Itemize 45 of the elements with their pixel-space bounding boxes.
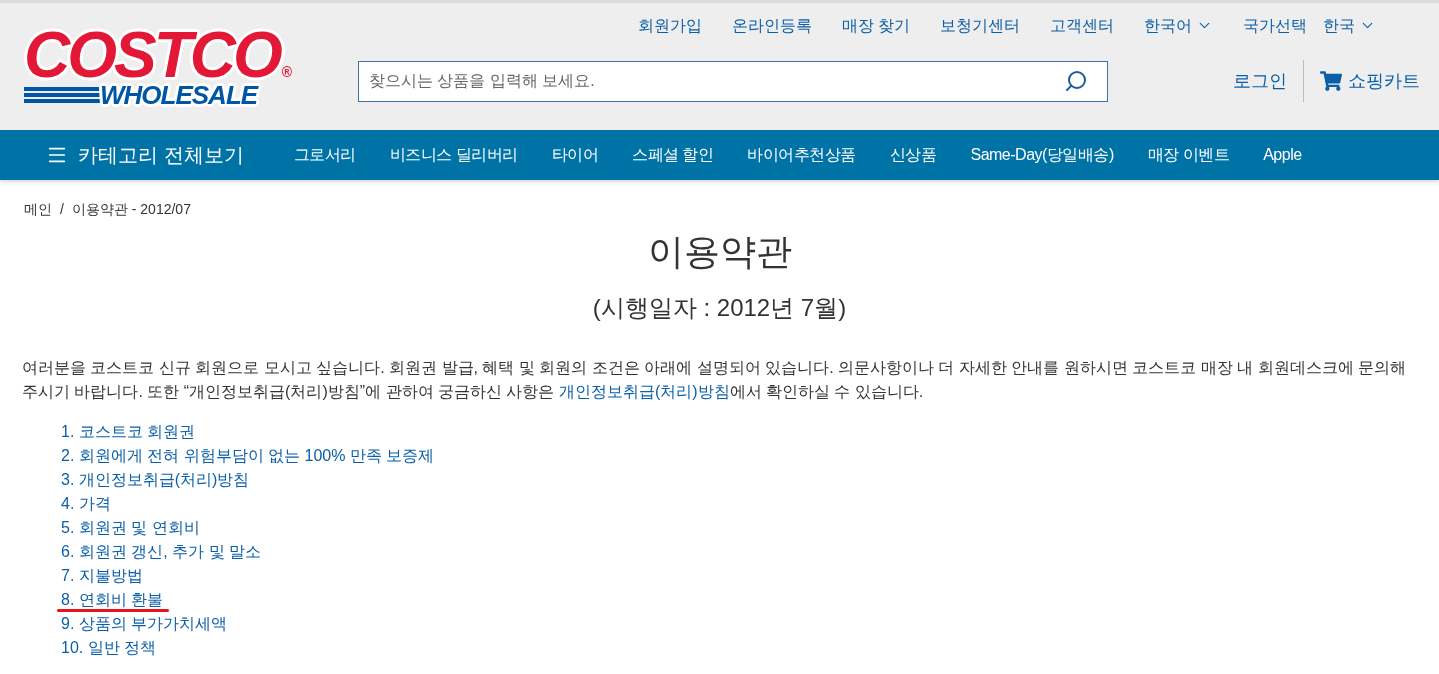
country-label: 국가선택 — [1243, 15, 1307, 36]
nav-link[interactable]: 그로서리 — [293, 143, 356, 167]
header-link[interactable]: 회원가입 — [637, 13, 702, 38]
logo-tagline: WHOLESALE — [100, 83, 258, 107]
breadcrumb-link[interactable]: 메인 — [24, 199, 52, 219]
contents-link[interactable]: 4. 가격 — [61, 494, 111, 512]
stripes-icon — [24, 86, 100, 104]
header-link[interactable]: 고객센터 — [1050, 13, 1114, 38]
logo-wordmark: COSTCO — [24, 29, 280, 81]
registered-mark: ® — [281, 65, 293, 79]
cart-link[interactable]: 쇼핑카트 — [1320, 67, 1420, 95]
contents-link[interactable]: 7. 지불방법 — [61, 566, 143, 584]
page-title: 이용약관 — [646, 230, 793, 274]
contents-link[interactable]: 6. 회원권 갱신, 추가 및 말소 — [61, 542, 261, 560]
contents-link[interactable]: 3. 개인정보취급(처리)방침 — [61, 470, 250, 488]
nav-link[interactable]: Same-Day(당일배송) — [970, 143, 1114, 167]
contents-link[interactable]: 10. 일반 정책 — [61, 638, 157, 656]
dropdown-button[interactable]: 한국 — [1323, 13, 1376, 38]
privacy-policy-link[interactable]: 개인정보취급(처리)방침 — [558, 383, 730, 400]
dropdown-button[interactable]: 한국어 — [1144, 13, 1213, 38]
search-button[interactable] — [1064, 68, 1088, 93]
header-link[interactable]: 매장 찾기 — [841, 13, 910, 38]
search-icon — [1064, 68, 1088, 93]
cart-icon — [1320, 71, 1342, 91]
page-subtitle: (시행일자 : 2012년 7월) — [591, 293, 848, 323]
category-menu-button[interactable]: 카테고리 전체보기 — [46, 140, 244, 170]
breadcrumb-current: 이용약관 - 2012/07 — [71, 200, 191, 219]
breadcrumb-separator: / — [60, 200, 64, 219]
contents-link[interactable]: 2. 회원에게 전혀 위험부담이 없는 100% 만족 보증제 — [61, 446, 435, 464]
nav-link[interactable]: 타이어 — [551, 143, 598, 167]
nav-link[interactable]: 비즈니스 딜리버리 — [389, 143, 518, 167]
login-link[interactable]: 로그인 — [1233, 67, 1287, 95]
nav-link[interactable]: 매장 이벤트 — [1147, 143, 1230, 167]
contents-link[interactable]: 9. 상품의 부가가치세액 — [61, 614, 228, 632]
header-link[interactable]: 보청기센터 — [940, 13, 1020, 38]
nav-link[interactable]: Apple — [1263, 143, 1302, 167]
contents-link[interactable]: 8. 연회비 환불 — [61, 590, 164, 608]
nav-link[interactable]: 바이어추천상품 — [747, 143, 856, 167]
header-link[interactable]: 온라인등록 — [731, 13, 812, 38]
contents-link[interactable]: 1. 코스트코 회원권 — [61, 422, 196, 440]
intro-paragraph: 여러분을 코스트코 신규 회원으로 모시고 싶습니다. 회원권 발급, 혜택 및 회원의 조건은 아래에 설명되어 있습니다. 의문사항이나 더 자세한 안내를 원하시면 코스트코 매장 내 회원데스크에 문의해 주시기 바랍니다. 또한 “개인정보취급(처리)방침”에 관하여 궁금하신 사항은 개인정보취급(처리)방침에서 확인하실 수 있습니다. — [22, 358, 1408, 402]
search-field[interactable]: 찾으시는 상품을 입력해 보세요. — [358, 60, 1108, 102]
nav-link[interactable]: 신상품 — [889, 143, 937, 167]
nav-link[interactable]: 스페셜 할인 — [632, 143, 714, 167]
contents-link[interactable]: 5. 회원권 및 연회비 — [61, 518, 200, 536]
